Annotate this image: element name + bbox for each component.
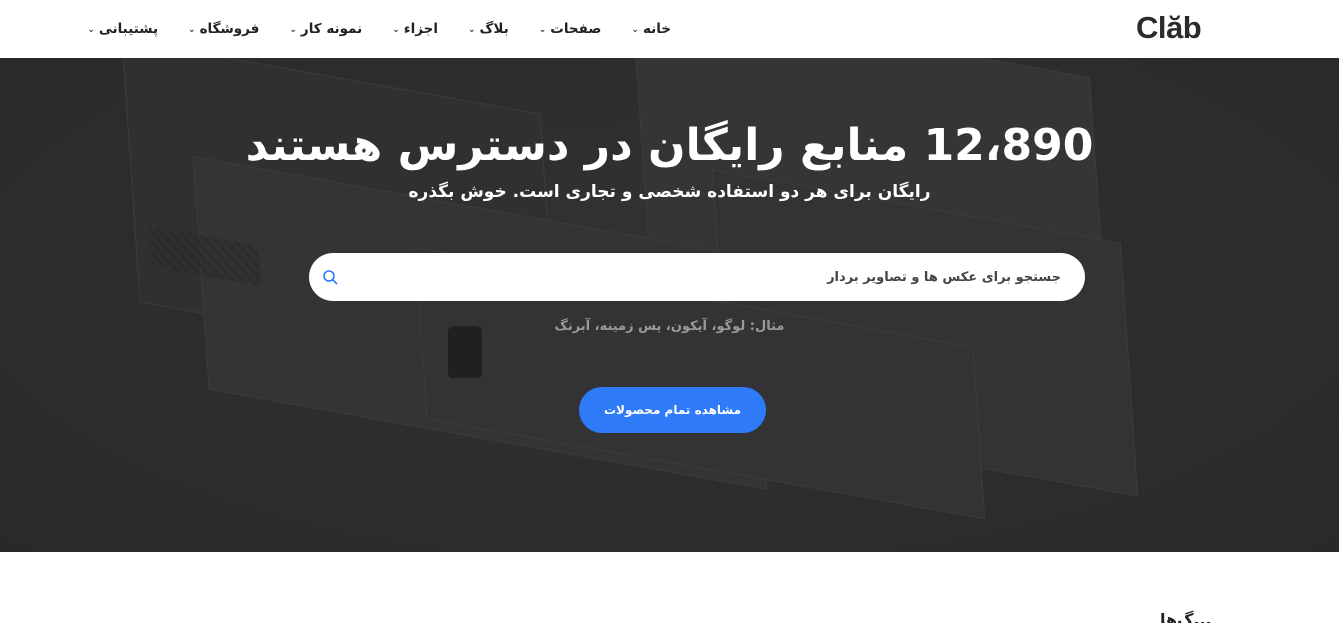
nav-item-shop[interactable]: فروشگاه ⌄	[188, 21, 259, 37]
nav-item-label: خانه	[642, 21, 671, 37]
search-bar	[309, 253, 1085, 301]
nav-item-label: اجزاء	[403, 21, 438, 37]
chevron-down-icon: ⌄	[87, 25, 95, 35]
nav-item-pages[interactable]: صفحات ⌄	[539, 21, 602, 37]
nav-item-portfolio[interactable]: نمونه کار ⌄	[289, 21, 362, 37]
chevron-down-icon: ⌄	[392, 25, 400, 35]
section-title: ...گ‌ها	[1160, 610, 1212, 623]
nav-item-label: نمونه کار	[300, 21, 363, 37]
nav-item-label: فروشگاه	[199, 21, 260, 37]
chevron-down-icon: ⌄	[538, 25, 547, 35]
site-logo[interactable]: Clăb	[1136, 10, 1202, 46]
nav-item-support[interactable]: پشتیبانی ⌄	[87, 21, 158, 37]
chevron-down-icon: ⌄	[289, 25, 297, 35]
nav-item-label: بلاگ	[479, 21, 509, 37]
nav-item-label: صفحات	[550, 21, 602, 37]
chevron-down-icon: ⌄	[631, 25, 639, 35]
chevron-down-icon: ⌄	[188, 25, 196, 35]
site-header: Clăb خانه ⌄ صفحات ⌄ بلاگ ⌄ اجزاء ⌄ نمونه…	[0, 0, 1339, 58]
chevron-down-icon: ⌄	[468, 25, 476, 35]
hero-title: 12،890 منابع رایگان در دسترس هستند	[245, 120, 1094, 171]
logo-text: Clăb	[1136, 10, 1202, 45]
hero-subtitle: رایگان برای هر دو استفاده شخصی و تجاری ا…	[408, 182, 931, 202]
nav-item-blog[interactable]: بلاگ ⌄	[468, 21, 509, 37]
nav-item-label: پشتیبانی	[98, 21, 159, 37]
search-examples: مثال: لوگو، آیکون، پس زمینه، آبرنگ	[554, 319, 785, 334]
view-all-products-button[interactable]: مشاهده تمام محصولات	[579, 387, 766, 433]
nav-item-home[interactable]: خانه ⌄	[631, 21, 671, 37]
search-input[interactable]	[361, 253, 1061, 301]
main-nav: خانه ⌄ صفحات ⌄ بلاگ ⌄ اجزاء ⌄ نمونه کار …	[87, 0, 671, 58]
search-icon[interactable]	[322, 269, 338, 285]
nav-item-components[interactable]: اجزاء ⌄	[392, 21, 438, 37]
hero-section: 12،890 منابع رایگان در دسترس هستند رایگا…	[0, 58, 1339, 552]
